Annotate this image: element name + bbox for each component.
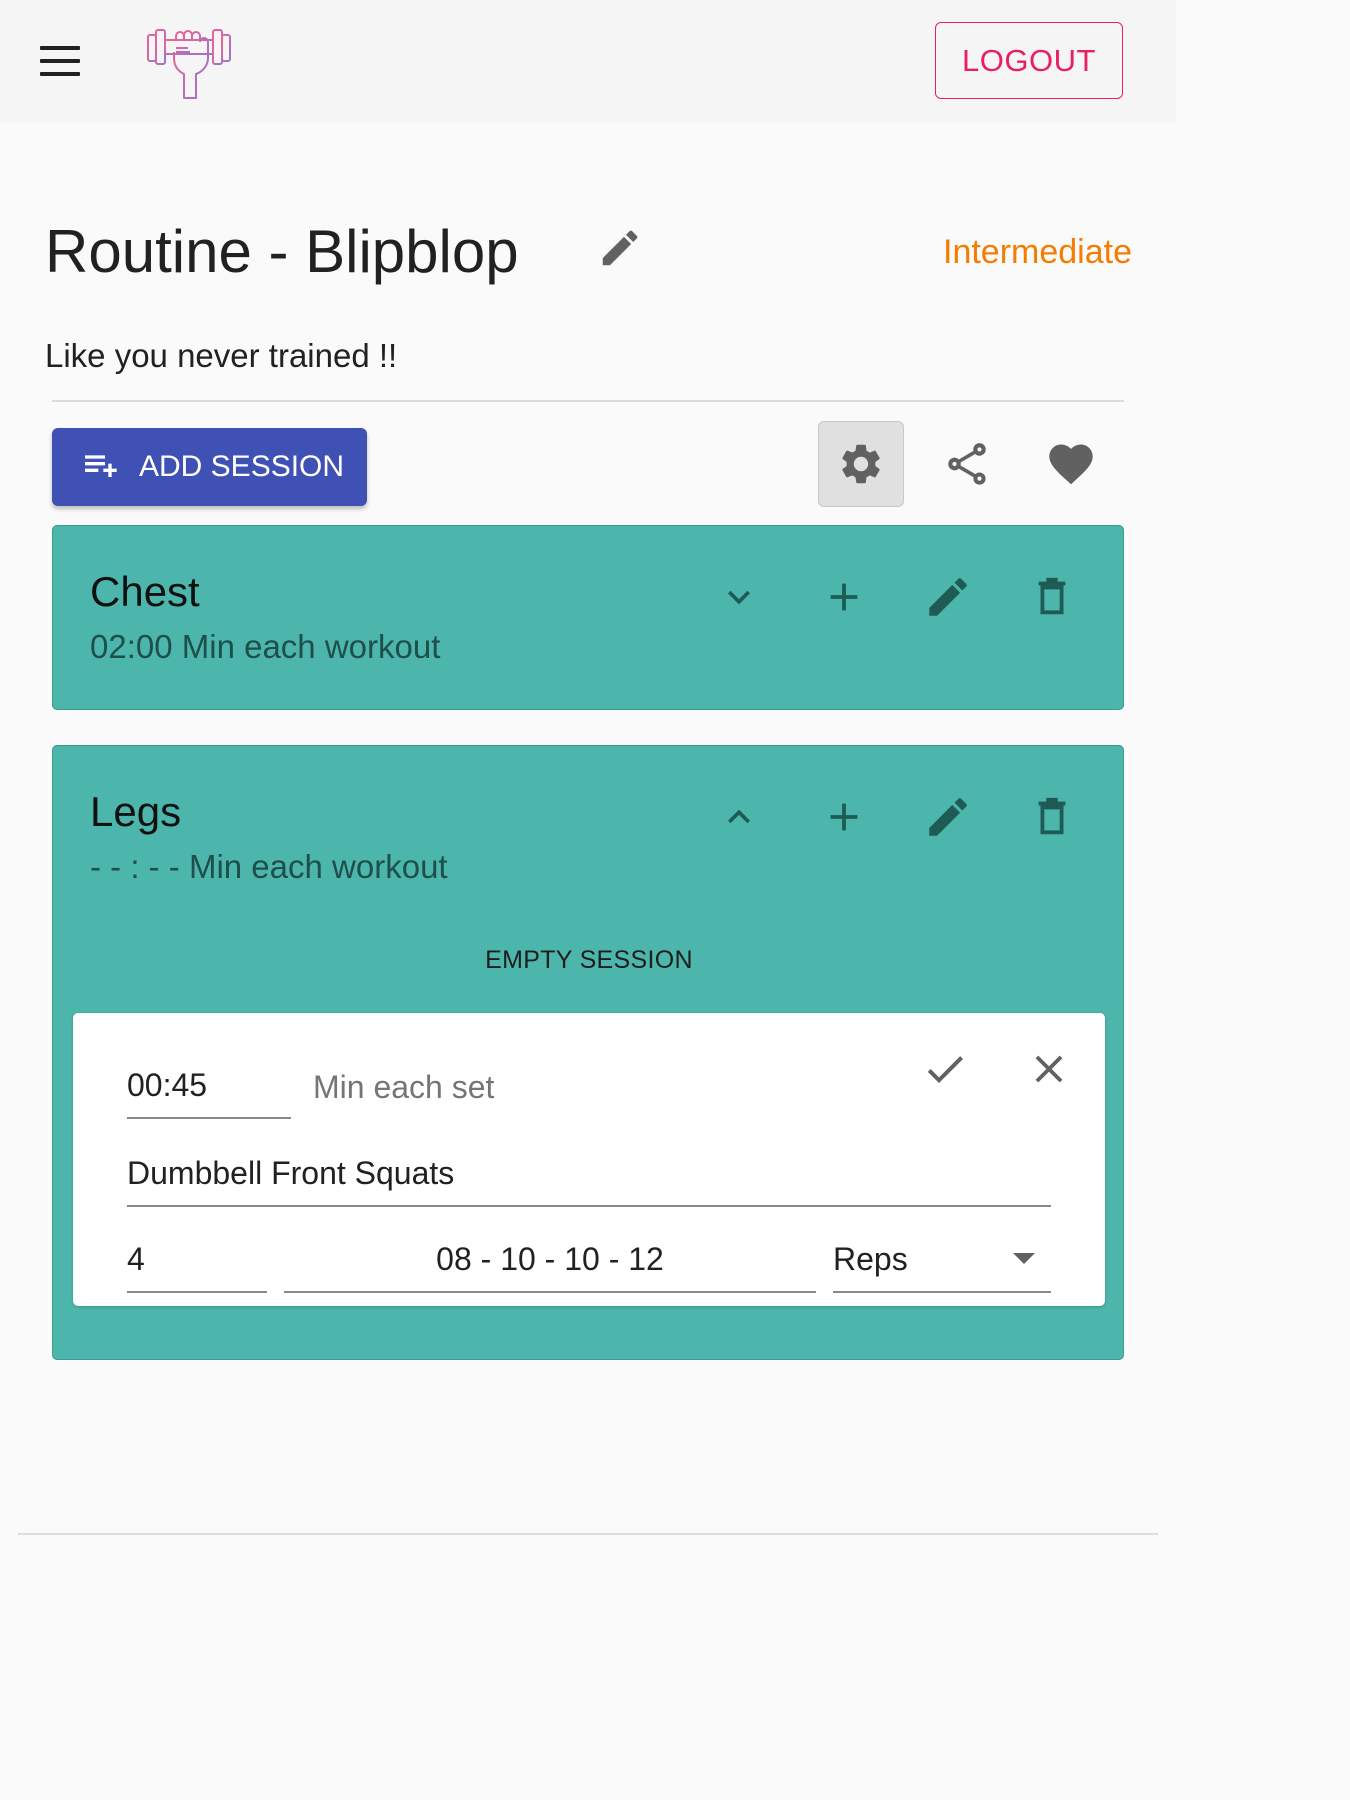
favorite-button[interactable] [1028,421,1114,507]
hamburger-menu-icon [40,46,80,50]
gear-icon [842,444,880,484]
plus-icon [830,803,858,831]
page-title: Routine - Blipblop [45,218,519,285]
expand-session-button[interactable] [710,568,768,626]
routine-description: Like you never trained !! [45,337,398,374]
chevron-up-icon [728,809,750,824]
playlist-add-icon [85,455,117,477]
pencil-icon [929,578,967,616]
pencil-icon [929,798,967,836]
edit-title-button[interactable] [597,225,643,271]
hamburger-menu-line [40,72,80,76]
app-bar: LOGOUT [0,0,1176,122]
collapse-session-button[interactable] [710,788,768,846]
edit-session-button[interactable] [919,568,977,626]
add-session-button[interactable]: ADD SESSION [52,428,367,506]
share-icon [948,443,986,485]
sets-input[interactable]: 4 [127,1235,267,1293]
dropdown-arrow-icon [1013,1253,1035,1264]
cancel-exercise-button[interactable] [1021,1041,1077,1097]
delete-session-button[interactable] [1023,788,1081,846]
hamburger-menu-line [40,59,80,63]
share-button[interactable] [924,421,1010,507]
session-duration: - - : - - Min each workout [90,848,448,885]
set-time-label: Min each set [313,1069,495,1105]
add-exercise-form: 00:45 Min each set Dumbbell Front Squats… [73,1013,1105,1306]
chevron-down-icon [728,590,750,605]
menu-button[interactable] [38,46,82,76]
exercise-name-input[interactable]: Dumbbell Front Squats [127,1149,1051,1207]
unit-select[interactable]: Reps [833,1235,1051,1293]
trash-icon [1038,797,1066,835]
settings-button[interactable] [818,421,904,507]
set-time-input[interactable]: 00:45 [127,1061,291,1119]
divider [52,400,1124,402]
add-exercise-button[interactable] [815,568,873,626]
reps-input[interactable]: 08 - 10 - 10 - 12 [284,1235,816,1293]
dumbbell-fist-logo[interactable] [146,22,238,100]
add-exercise-button[interactable] [815,788,873,846]
edit-session-button[interactable] [919,788,977,846]
trash-icon [1038,577,1066,615]
logout-button[interactable]: LOGOUT [935,22,1123,99]
add-session-label: ADD SESSION [139,450,345,483]
footer-divider [18,1533,1158,1535]
close-icon [1035,1055,1063,1083]
session-duration: 02:00 Min each workout [90,628,441,665]
session-title: Legs [90,788,182,835]
pencil-icon [602,230,638,266]
check-icon [927,1056,963,1083]
heart-icon [1049,444,1093,485]
unit-select-value: Reps [833,1241,908,1277]
difficulty-level: Intermediate [943,233,1132,271]
plus-icon [830,583,858,611]
confirm-exercise-button[interactable] [917,1041,973,1097]
empty-session-label: EMPTY SESSION [485,946,693,974]
delete-session-button[interactable] [1023,568,1081,626]
session-card-legs: Legs - - : - - Min each workout EMPTY SE… [52,745,1124,1360]
session-title: Chest [90,568,200,615]
session-card-chest: Chest 02:00 Min each workout [52,525,1124,710]
